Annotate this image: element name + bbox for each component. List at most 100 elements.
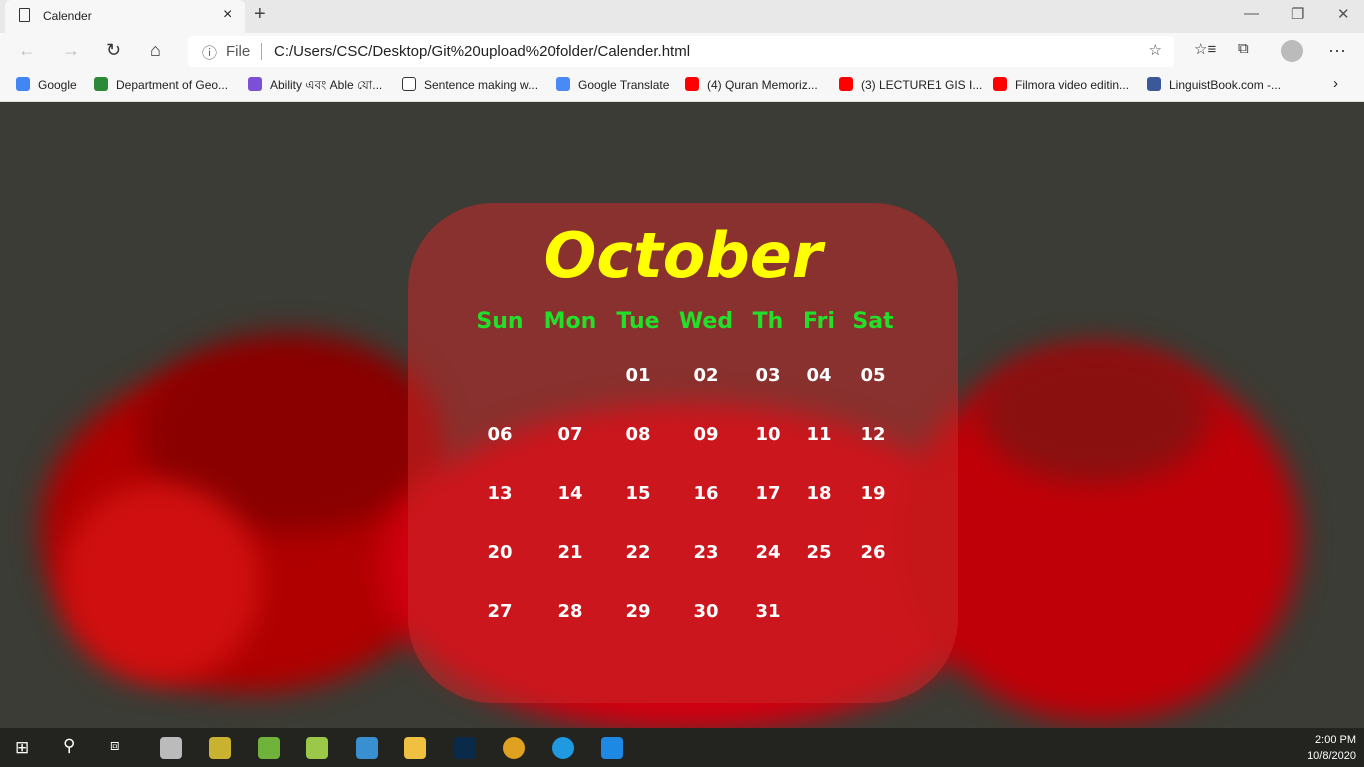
day-cell: 09 — [693, 424, 719, 445]
photoshop-taskbar-icon[interactable] — [454, 737, 476, 759]
more-menu-icon[interactable]: ··· — [1328, 40, 1346, 61]
bookmark-label: Department of Geo... — [116, 78, 229, 92]
bookmark-favicon-icon — [248, 77, 262, 91]
clock-date: 10/8/2020 — [1307, 750, 1356, 762]
more-bookmarks-chevron-icon[interactable]: › — [1333, 75, 1338, 92]
close-tab-icon[interactable]: × — [223, 6, 232, 24]
day-cell: 28 — [557, 601, 583, 622]
bookmark-favicon-icon — [685, 77, 699, 91]
url-text[interactable]: C:/Users/CSC/Desktop/Git%20upload%20fold… — [274, 43, 690, 60]
archive-taskbar-icon[interactable] — [209, 737, 231, 759]
bookmark-label: Google — [38, 78, 77, 92]
day-cell: 19 — [860, 483, 886, 504]
bookmark-favicon-icon — [1147, 77, 1161, 91]
edge-taskbar-icon[interactable] — [552, 737, 574, 759]
refresh-icon[interactable]: ↻ — [106, 40, 121, 61]
address-prefix: File — [226, 43, 251, 60]
day-cell: 31 — [755, 601, 781, 622]
profile-avatar[interactable] — [1281, 40, 1303, 62]
forward-icon[interactable]: → — [62, 40, 80, 61]
inkscape-taskbar-icon[interactable] — [160, 737, 182, 759]
tab-title: Calender — [43, 9, 92, 23]
notepad-taskbar-icon[interactable] — [306, 737, 328, 759]
bookmark-favicon-icon — [839, 77, 853, 91]
system-clock[interactable]: 2:00 PM 10/8/2020 — [1307, 732, 1356, 764]
minimize-icon[interactable]: — — [1244, 5, 1259, 22]
bookmark-favicon-icon — [993, 77, 1007, 91]
info-icon: ⓘ — [202, 45, 218, 62]
day-cell: 08 — [625, 424, 651, 445]
taskbar: ⊞ ⚲ ⧈ 2:00 PM 10/8/2020 — [0, 728, 1364, 767]
bookmarks-bar: Google Department of Geo... Ability এবং Ab… — [0, 70, 1364, 102]
bookmark-label: Google Translate — [578, 78, 670, 92]
bookmark-label: LinguistBook.com -... — [1169, 78, 1282, 92]
bookmark-item[interactable]: (3) LECTURE1 GIS I... — [839, 77, 982, 92]
day-cell: 06 — [487, 424, 513, 445]
chrome-taskbar-icon[interactable] — [503, 737, 525, 759]
tab-calender[interactable]: Calender × — [5, 0, 245, 33]
toolbar: ← → ↻ ⌂ ⓘ File C:/Users/CSC/Desktop/Git%… — [0, 33, 1364, 70]
bookmark-favicon-icon — [556, 77, 570, 91]
search-icon[interactable]: ⚲ — [63, 736, 75, 756]
day-cell: 30 — [693, 601, 719, 622]
calendar-card: October Sun Mon Tue Wed Th Fri Sat 01 02 03 04 05 06… — [408, 203, 958, 703]
bookmark-label: Filmora video editin... — [1015, 78, 1130, 92]
day-cell: 29 — [625, 601, 651, 622]
favorite-star-icon[interactable]: ☆ — [1149, 41, 1162, 59]
bookmark-item[interactable]: Ability এবং Able যো... — [248, 77, 382, 97]
day-cell: 05 — [860, 365, 886, 386]
file-explorer-taskbar-icon[interactable] — [404, 737, 426, 759]
weekday-header: Sat — [852, 309, 894, 334]
day-cell: 16 — [693, 483, 719, 504]
bookmark-item[interactable]: Filmora video editin... — [993, 77, 1129, 92]
clock-time: 2:00 PM — [1315, 734, 1356, 746]
day-cell: 22 — [625, 542, 651, 563]
back-icon[interactable]: ← — [18, 40, 36, 61]
divider — [261, 43, 262, 60]
search-tool-taskbar-icon[interactable] — [356, 737, 378, 759]
weekday-header: Sun — [476, 309, 524, 334]
address-bar[interactable]: ⓘ File C:/Users/CSC/Desktop/Git%20upload… — [188, 36, 1174, 67]
day-cell: 02 — [693, 365, 719, 386]
collections-icon[interactable]: ⧉ — [1238, 40, 1249, 57]
bookmark-item[interactable]: Department of Geo... — [94, 77, 228, 92]
bookmark-item[interactable]: Google Translate — [556, 77, 669, 92]
day-cell: 21 — [557, 542, 583, 563]
day-cell: 23 — [693, 542, 719, 563]
day-cell: 27 — [487, 601, 513, 622]
bookmark-favicon-icon — [402, 77, 416, 91]
bookmark-label: (4) Quran Memoriz... — [707, 78, 818, 92]
bookmark-item[interactable]: LinguistBook.com -... — [1147, 77, 1281, 92]
day-cell: 13 — [487, 483, 513, 504]
weekday-header: Tue — [616, 309, 660, 334]
weekday-header: Wed — [678, 309, 734, 334]
day-cell: 20 — [487, 542, 513, 563]
weekday-header: Mon — [543, 309, 597, 334]
task-view-icon[interactable]: ⧈ — [110, 737, 120, 754]
bookmark-item[interactable]: Sentence making w... — [402, 77, 538, 92]
page-icon — [19, 8, 30, 22]
bookmark-favicon-icon — [16, 77, 30, 91]
bookmark-item[interactable]: Google — [16, 77, 77, 92]
qgis-taskbar-icon[interactable] — [258, 737, 280, 759]
bookmark-item[interactable]: (4) Quran Memoriz... — [685, 77, 818, 92]
day-cell: 07 — [557, 424, 583, 445]
restore-icon[interactable]: ❐ — [1291, 5, 1304, 23]
month-title: October — [543, 219, 823, 292]
new-tab-icon[interactable]: + — [254, 3, 266, 26]
windows-start-icon[interactable]: ⊞ — [15, 738, 29, 758]
day-cell: 12 — [860, 424, 886, 445]
bookmark-label: Sentence making w... — [424, 78, 539, 92]
bookmark-label: Ability এবং Able যো... — [270, 78, 383, 92]
tab-strip: Calender × + — ❐ ✕ — [0, 0, 1364, 33]
calendar-page: October Sun Mon Tue Wed Th Fri Sat 01 02 03 04 05 06… — [0, 103, 1364, 728]
day-cell: 01 — [625, 365, 651, 386]
day-cell: 26 — [860, 542, 886, 563]
close-window-icon[interactable]: ✕ — [1337, 5, 1350, 23]
day-cell: 14 — [557, 483, 583, 504]
day-cell: 15 — [625, 483, 651, 504]
bookmark-favicon-icon — [94, 77, 108, 91]
vscode-taskbar-icon[interactable] — [601, 737, 623, 759]
home-icon[interactable]: ⌂ — [150, 40, 161, 61]
favorites-icon[interactable]: ☆≡ — [1194, 40, 1216, 58]
